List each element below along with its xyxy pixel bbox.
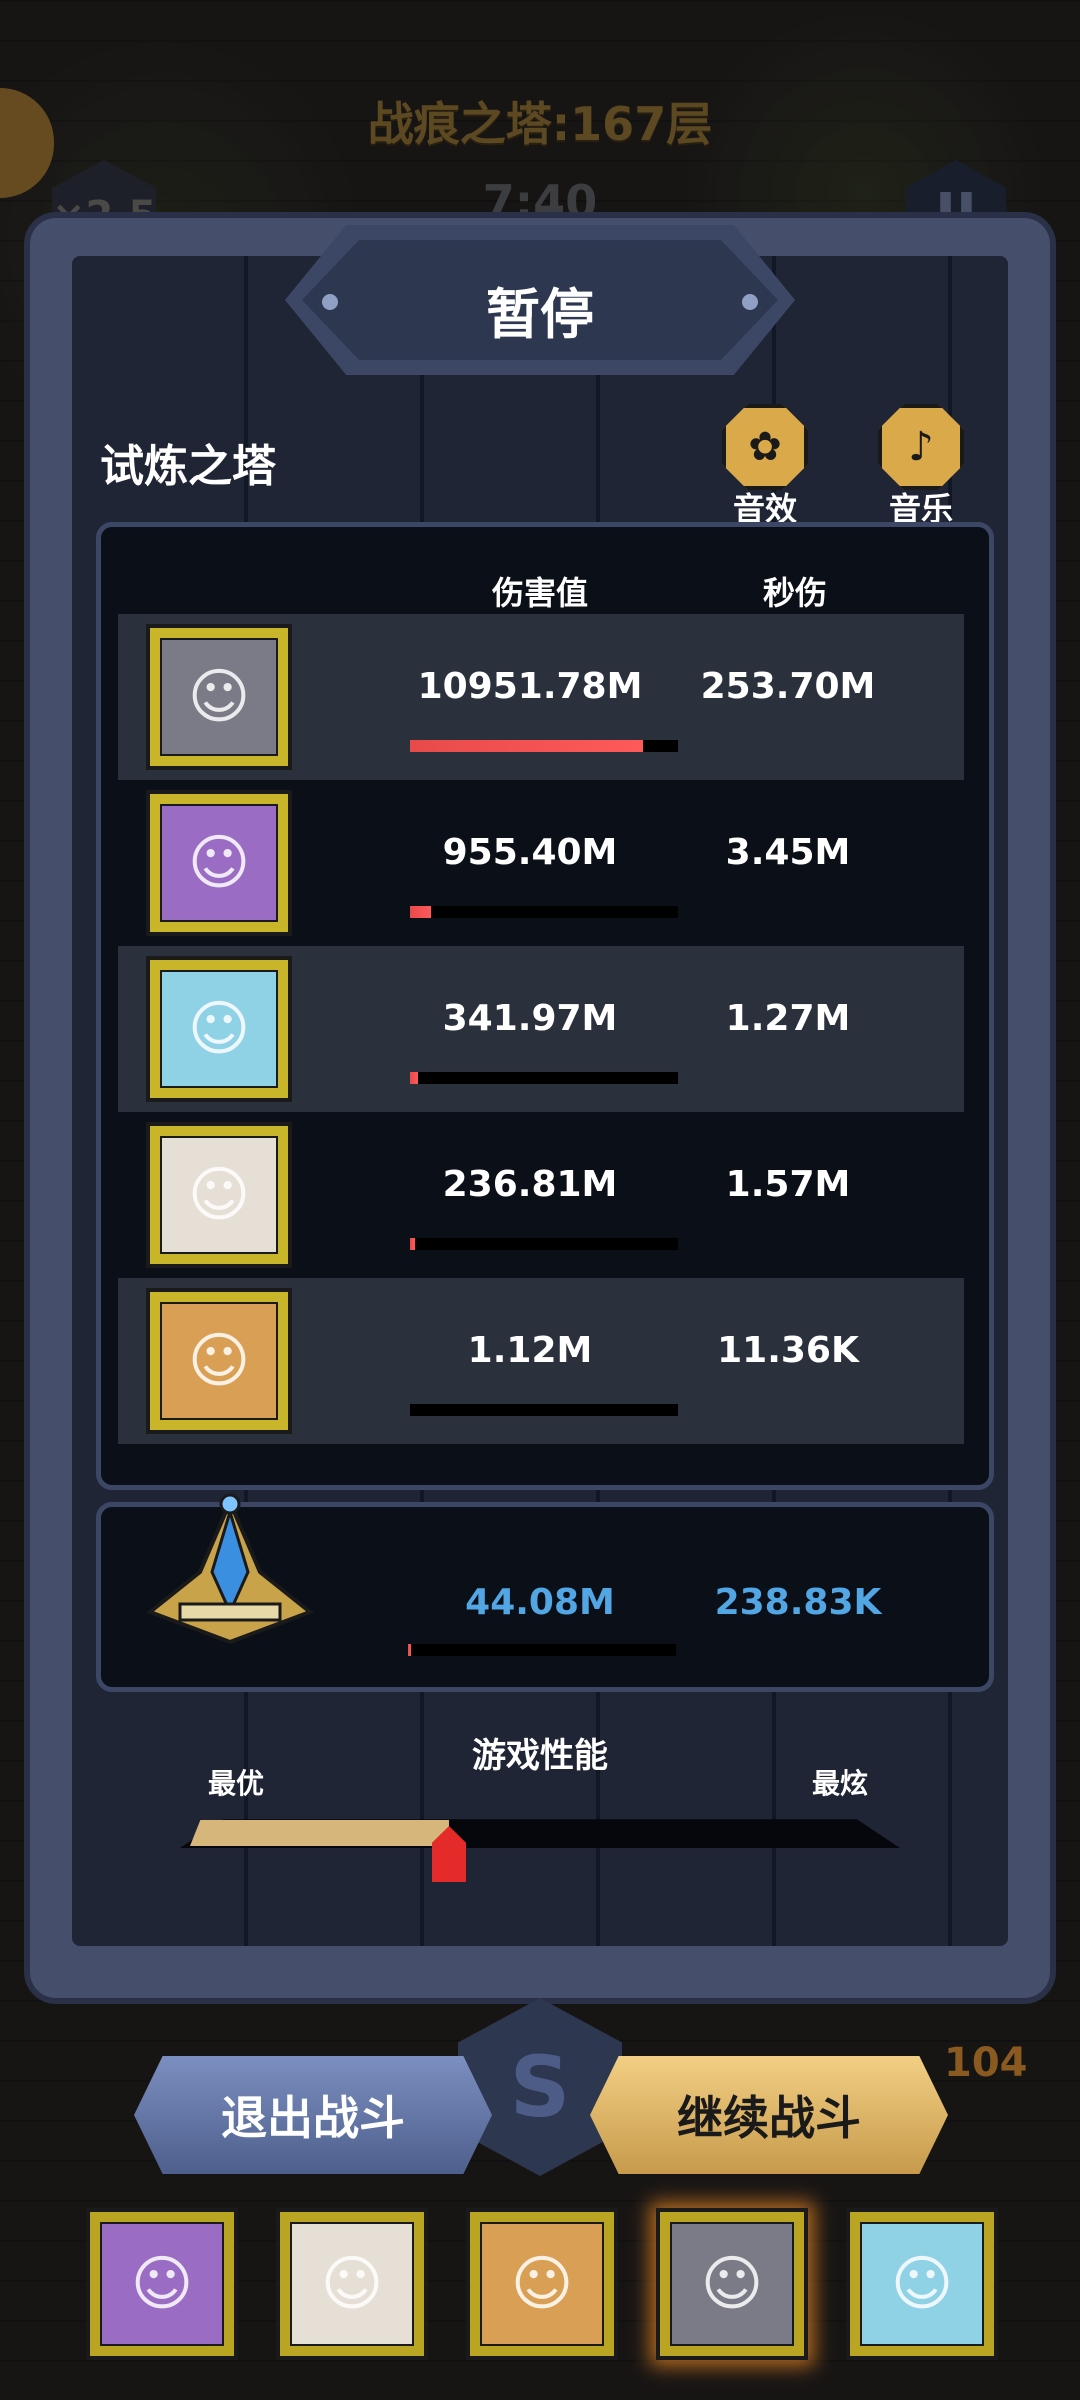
- continue-battle-button[interactable]: 继续战斗: [590, 2056, 948, 2174]
- hero-damage-bar-fill: [410, 906, 432, 918]
- sound-effects-icon: ✿: [722, 404, 808, 490]
- hero-face-icon: ☺: [700, 2249, 764, 2319]
- hero-portrait: ☺: [146, 790, 292, 936]
- hero-face-icon: ☺: [187, 1160, 251, 1230]
- hero-stats-row: ☺ 1.12M 11.36K: [118, 1278, 964, 1444]
- hero-damage-bar: [410, 740, 678, 752]
- hero-portrait: ☺: [146, 1122, 292, 1268]
- hero-portrait: ☺: [146, 1288, 292, 1434]
- hero-face-icon: ☺: [130, 2249, 194, 2319]
- hero-stats-row: ☺ 236.81M 1.57M: [118, 1112, 964, 1278]
- music-toggle[interactable]: ♪ 音乐: [876, 404, 966, 530]
- leopard-hero-portrait-art: ☺: [480, 2222, 604, 2346]
- team-hero-slot[interactable]: ☺: [656, 2208, 808, 2360]
- hero-face-icon: ☺: [187, 1326, 251, 1396]
- white-hair-heroine-portrait-art: ☺: [160, 1136, 278, 1254]
- hero-damage-value: 341.97M: [442, 998, 618, 1039]
- performance-fancy-label: 最炫: [812, 1767, 869, 1800]
- hero-damage-value: 236.81M: [442, 1164, 618, 1205]
- hero-damage-bar: [410, 1072, 678, 1084]
- artifact-damage-value: 44.08M: [465, 1582, 615, 1623]
- team-hero-slot[interactable]: ☺: [846, 2208, 998, 2360]
- artifact-dps-value: 238.83K: [714, 1582, 882, 1623]
- hero-damage-bar: [410, 1238, 678, 1250]
- hero-portrait: ☺: [146, 624, 292, 770]
- hero-dps-value: 1.57M: [725, 1164, 851, 1205]
- hero-portrait: ☺: [146, 956, 292, 1102]
- gold-count: 104: [944, 2040, 1028, 2086]
- sound-effects-toggle[interactable]: ✿ 音效: [720, 404, 810, 530]
- team-hero-slot[interactable]: ☺: [466, 2208, 618, 2360]
- mode-title: 试炼之塔: [100, 441, 276, 492]
- dialog-title: 暂停: [486, 283, 594, 346]
- hero-face-icon: ☺: [187, 994, 251, 1064]
- hero-face-icon: ☺: [890, 2249, 954, 2319]
- hero-face-icon: ☺: [187, 662, 251, 732]
- music-icon: ♪: [878, 404, 964, 490]
- team-hero-slot[interactable]: ☺: [86, 2208, 238, 2360]
- hero-dps-value: 253.70M: [700, 666, 876, 707]
- mushroom-hat-hero-portrait-art: ☺: [670, 2222, 794, 2346]
- white-mech-hero-portrait-art: ☺: [160, 970, 278, 1088]
- hero-face-icon: ☺: [187, 828, 251, 898]
- purple-hair-heroine-portrait-art: ☺: [100, 2222, 224, 2346]
- column-header-damage: 伤害值: [491, 574, 588, 612]
- hero-damage-bar-fill: [410, 1072, 419, 1084]
- hero-damage-bar-fill: [410, 740, 644, 752]
- hero-dps-value: 1.27M: [725, 998, 851, 1039]
- hero-dps-value: 3.45M: [725, 832, 851, 873]
- hero-face-icon: ☺: [320, 2249, 384, 2319]
- performance-slider-fill: [190, 1820, 449, 1846]
- performance-best-label: 最优: [208, 1767, 265, 1800]
- artifact-crystal-icon: [146, 1493, 314, 1645]
- hero-stats-row: ☺ 341.97M 1.27M: [118, 946, 964, 1112]
- hero-face-icon: ☺: [510, 2249, 574, 2319]
- mushroom-hat-hero-portrait-art: ☺: [160, 638, 278, 756]
- leopard-hero-portrait-art: ☺: [160, 1302, 278, 1420]
- column-header-dps: 秒伤: [762, 574, 827, 612]
- hero-damage-bar: [410, 1404, 678, 1416]
- hero-stats-row: ☺ 955.40M 3.45M: [118, 780, 964, 946]
- white-hair-heroine-portrait-art: ☺: [290, 2222, 414, 2346]
- hero-stats-row: ☺ 10951.78M 253.70M: [118, 614, 964, 780]
- hero-damage-value: 10951.78M: [417, 666, 643, 707]
- exit-battle-button[interactable]: 退出战斗: [134, 2056, 492, 2174]
- hero-damage-bar-fill: [410, 1238, 416, 1250]
- white-mech-hero-portrait-art: ☺: [860, 2222, 984, 2346]
- hero-damage-bar: [410, 906, 678, 918]
- team-hero-slot[interactable]: ☺: [276, 2208, 428, 2360]
- performance-title: 游戏性能: [472, 1736, 608, 1776]
- hero-damage-value: 1.12M: [467, 1330, 593, 1371]
- artifact-damage-bar: [408, 1644, 676, 1656]
- purple-hair-heroine-portrait-art: ☺: [160, 804, 278, 922]
- hero-dps-value: 11.36K: [717, 1330, 859, 1371]
- hero-damage-value: 955.40M: [442, 832, 618, 873]
- artifact-damage-bar-fill: [408, 1644, 411, 1656]
